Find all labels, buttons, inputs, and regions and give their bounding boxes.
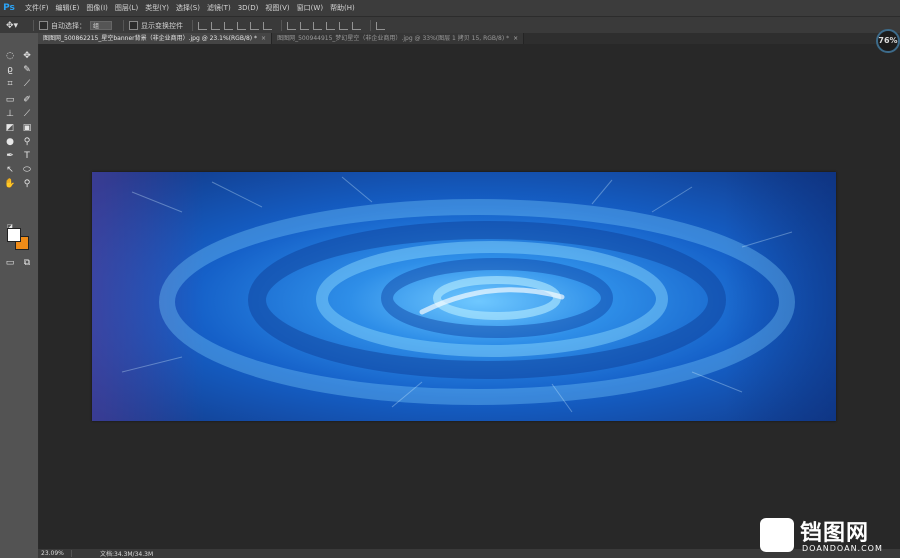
pen-tool-icon[interactable]: ✒ — [4, 151, 16, 162]
status-zoom[interactable]: 23.09% — [38, 550, 72, 557]
auto-select-dropdown[interactable]: 组 — [90, 21, 112, 30]
auto-select-label: 自动选择： — [51, 21, 86, 30]
clone-stamp-tool-icon[interactable]: ⊥ — [4, 109, 16, 120]
divider — [33, 20, 34, 31]
watermark-subtitle: DOANDOAN.COM — [802, 544, 883, 553]
show-transform-label: 显示变换控件 — [141, 21, 183, 30]
gradient-tool-icon[interactable]: ▣ — [21, 123, 33, 134]
type-tool-icon[interactable]: T — [21, 151, 33, 162]
align-left-icon[interactable] — [237, 21, 246, 30]
auto-select-checkbox[interactable] — [39, 21, 48, 30]
document-canvas[interactable] — [92, 172, 836, 421]
menu-bar: Ps 文件(F) 编辑(E) 图像(I) 图层(L) 类型(Y) 选择(S) 滤… — [0, 0, 900, 16]
show-transform-checkbox[interactable] — [129, 21, 138, 30]
close-icon[interactable]: × — [261, 35, 266, 42]
distribute-bottom-icon[interactable] — [313, 21, 322, 30]
galaxy-swirl-image — [92, 172, 836, 421]
menu-help[interactable]: 帮助(H) — [330, 3, 355, 13]
distribute-right-icon[interactable] — [352, 21, 361, 30]
lasso-tool-icon[interactable]: ϱ — [4, 65, 16, 76]
tab-label: 图图网_500862215_星空banner背景（非企业商用）.jpg @ 23… — [43, 35, 258, 42]
menu-type[interactable]: 类型(Y) — [145, 3, 169, 13]
menu-edit[interactable]: 编辑(E) — [56, 3, 80, 13]
marquee-tool-icon[interactable]: ◌ — [4, 51, 16, 62]
align-hcenter-icon[interactable] — [250, 21, 259, 30]
brush-tool-icon[interactable]: ✐ — [21, 95, 33, 106]
align-bottom-icon[interactable] — [224, 21, 233, 30]
auto-align-layers-icon[interactable] — [376, 21, 385, 30]
foreground-color-swatch[interactable] — [7, 228, 21, 242]
menu-view[interactable]: 视图(V) — [265, 3, 289, 13]
tab-document-1[interactable]: 图图网_500862215_星空banner背景（非企业商用）.jpg @ 23… — [38, 33, 273, 44]
dodge-tool-icon[interactable]: ⚲ — [21, 137, 33, 148]
divider — [370, 20, 371, 31]
crop-tool-icon[interactable]: ⌗ — [4, 79, 16, 90]
blur-tool-icon[interactable]: ● — [4, 137, 16, 148]
watermark-logo-icon — [760, 518, 794, 552]
watermark: 铛图网 DOANDOAN.COM — [758, 515, 900, 558]
photoshop-logo: Ps — [3, 3, 15, 13]
divider — [192, 20, 193, 31]
watermark-title: 铛图网 — [800, 521, 870, 546]
history-brush-tool-icon[interactable]: ⟋ — [21, 109, 33, 120]
quick-select-tool-icon[interactable]: ✎ — [21, 65, 33, 76]
screen-mode-icon[interactable]: ⧉ — [21, 258, 33, 269]
eraser-tool-icon[interactable]: ◩ — [4, 123, 16, 134]
menu-select[interactable]: 选择(S) — [176, 3, 200, 13]
spot-healing-tool-icon[interactable]: ▭ — [4, 95, 16, 106]
distribute-left-icon[interactable] — [326, 21, 335, 30]
menu-file[interactable]: 文件(F) — [25, 3, 49, 13]
status-doc-size: 文档:34.3M/34.3M — [100, 551, 154, 558]
align-right-icon[interactable] — [263, 21, 272, 30]
divider — [281, 20, 282, 31]
align-vcenter-icon[interactable] — [211, 21, 220, 30]
move-tool-icon[interactable]: ✥ — [21, 51, 33, 62]
path-select-tool-icon[interactable]: ↖ — [4, 165, 16, 176]
quick-mask-icon[interactable]: ▭ — [4, 258, 16, 269]
tab-document-2[interactable]: 图图网_500944915_梦幻星空（非企业商用）.jpg @ 33%(图层 1… — [272, 33, 525, 44]
hand-tool-icon[interactable]: ✋ — [4, 179, 16, 190]
menu-layer[interactable]: 图层(L) — [115, 3, 138, 13]
divider — [123, 20, 124, 31]
move-tool-preset-icon[interactable]: ✥▾ — [6, 19, 28, 32]
eyedropper-tool-icon[interactable]: ⟋ — [21, 79, 33, 90]
menu-3d[interactable]: 3D(D) — [238, 4, 259, 12]
menu-filter[interactable]: 滤镜(T) — [207, 3, 231, 13]
zoom-level-badge: 76% — [876, 29, 900, 53]
distribute-vcenter-icon[interactable] — [300, 21, 309, 30]
distribute-top-icon[interactable] — [287, 21, 296, 30]
zoom-tool-icon[interactable]: ⚲ — [21, 179, 33, 190]
close-icon[interactable]: × — [513, 35, 518, 42]
menu-window[interactable]: 窗口(W) — [297, 3, 323, 13]
ellipse-tool-icon[interactable]: ⬭ — [21, 165, 33, 176]
distribute-hcenter-icon[interactable] — [339, 21, 348, 30]
menu-image[interactable]: 图像(I) — [86, 3, 108, 13]
document-tabs: 图图网_500862215_星空banner背景（非企业商用）.jpg @ 23… — [38, 33, 900, 44]
align-top-icon[interactable] — [198, 21, 207, 30]
tools-panel: ◌ ✥ ϱ ✎ ⌗ ⟋ ▭ ✐ ⊥ ⟋ ◩ ▣ ● ⚲ ✒ T ↖ ⬭ ✋ ⚲ … — [0, 33, 39, 558]
tab-label: 图图网_500944915_梦幻星空（非企业商用）.jpg @ 33%(图层 1… — [277, 35, 510, 42]
